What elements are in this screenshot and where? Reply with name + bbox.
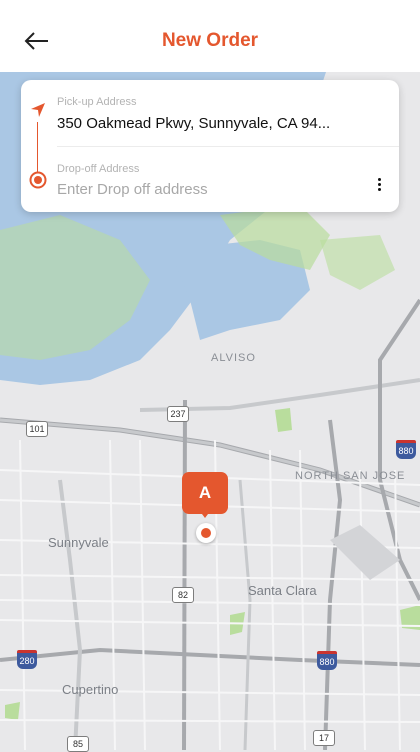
route-shield-82: 82 [172, 587, 194, 603]
map-label-cupertino: Cupertino [62, 682, 119, 697]
map-label-santa-clara: Santa Clara [248, 583, 317, 598]
route-shield-17: 17 [313, 730, 335, 746]
route-connector-line [37, 122, 38, 172]
address-card: Pick-up Address 350 Oakmead Pkwy, Sunnyv… [21, 80, 399, 212]
location-dot [196, 523, 216, 543]
navigation-arrow-icon [31, 103, 45, 117]
pickup-address-field[interactable]: 350 Oakmead Pkwy, Sunnyvale, CA 94... [57, 115, 357, 132]
target-icon [29, 171, 47, 189]
dropoff-label: Drop-off Address [57, 163, 140, 175]
pickup-label: Pick-up Address [57, 96, 137, 108]
marker-pointer [199, 510, 211, 518]
app-header: New Order [0, 0, 420, 72]
map-label-alviso: ALVISO [211, 352, 256, 364]
dropoff-address-input[interactable]: Enter Drop off address [57, 181, 208, 198]
interstate-shield-880-south: 880 [317, 651, 337, 670]
route-shield-101: 101 [26, 421, 48, 437]
route-shield-237: 237 [167, 406, 189, 422]
interstate-shield-280: 280 [17, 650, 37, 669]
interstate-shield-880-north: 880 [396, 440, 416, 459]
more-vertical-icon[interactable] [373, 178, 385, 196]
marker-label: A [182, 472, 228, 514]
page-title: New Order [161, 30, 259, 51]
map-label-sunnyvale: Sunnyvale [48, 535, 109, 550]
map-label-north-san-jose: NORTH SAN JOSE [295, 470, 406, 482]
address-divider [57, 146, 399, 147]
